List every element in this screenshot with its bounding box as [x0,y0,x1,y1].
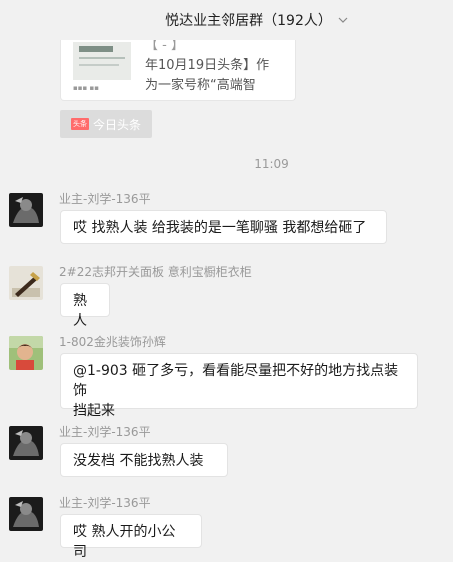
article-thumbnail [73,42,131,80]
avatar-dark-icon [9,193,43,227]
group-title: 悦达业主邻居群（192人） [165,13,332,29]
sender-name: 业主-刘学-136平 [59,425,151,439]
message-bubble[interactable]: 熟人 [60,283,110,329]
message-bubble[interactable]: 哎 找熟人装 给我装的是一笔聊骚 我都想给砸了 [60,210,387,244]
chat-header: 悦达业主邻居群（192人） [0,0,453,40]
sender-name: 业主-刘学-136平 [59,192,151,206]
toutiao-logo-icon: 头条 [71,118,89,130]
source-label: 今日头条 [93,117,142,132]
message-bubble[interactable]: 没发档 不能找熟人装 [60,443,228,477]
avatar-dark-icon [9,497,43,531]
thumbnail-caption: ▪▪▪ ▪▪ [73,84,99,92]
avatar-brush-icon [9,266,43,300]
group-title-dropdown[interactable]: 悦达业主邻居群（192人） [165,10,348,30]
article-summary: 【 - 】 年10月19日头条】作 为一家号称“高端智 [145,36,291,96]
shared-article-card[interactable]: ▪▪▪ ▪▪ 【 - 】 年10月19日头条】作 为一家号称“高端智 [60,34,296,101]
message-line-2: 挡起来 [73,403,115,419]
avatar-child-photo-icon [9,336,43,370]
timestamp: 11:09 [254,157,289,171]
avatar[interactable] [9,266,43,300]
avatar[interactable] [9,193,43,227]
article-line-3: 为一家号称“高端智 [145,78,256,93]
article-source-tag[interactable]: 头条 今日头条 [60,110,152,138]
sender-name: 1-802金兆装饰孙辉 [59,335,166,349]
article-line-2: 年10月19日头条】作 [145,58,270,73]
sender-name: 业主-刘学-136平 [59,496,151,510]
message-bubble[interactable]: 哎 熟人开的小公司 [60,514,202,560]
avatar[interactable] [9,336,43,370]
chevron-down-icon [338,17,348,23]
avatar[interactable] [9,426,43,460]
avatar[interactable] [9,497,43,531]
avatar-dark-icon [9,426,43,460]
message-bubble[interactable]: @1-903 砸了多亏，看看能尽量把不好的地方找点装饰 挡起来 [60,353,418,419]
message-line-1: @1-903 砸了多亏，看看能尽量把不好的地方找点装饰 [73,363,399,399]
sender-name: 2#22志邦开关面板 意利宝橱柜衣柜 [59,265,252,279]
message-list[interactable]: ▪▪▪ ▪▪ 【 - 】 年10月19日头条】作 为一家号称“高端智 头条 今日… [0,34,453,560]
